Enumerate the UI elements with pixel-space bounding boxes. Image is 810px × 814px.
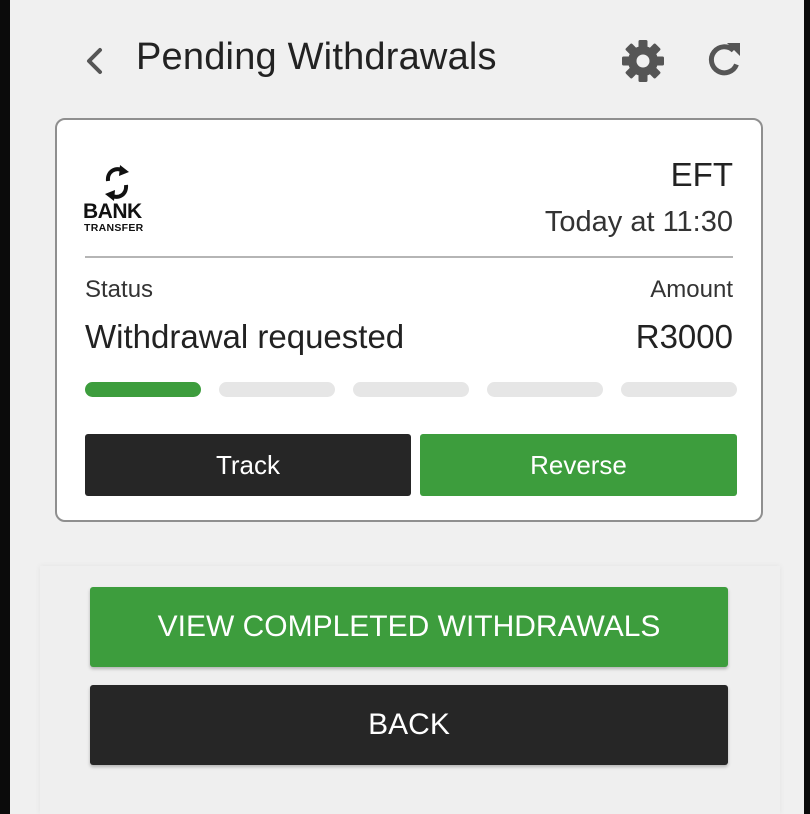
payment-method: EFT [670, 156, 733, 193]
gear-icon[interactable] [620, 38, 666, 84]
reverse-button[interactable]: Reverse [420, 434, 737, 496]
progress-segment [487, 382, 603, 397]
header: Pending Withdrawals [0, 0, 810, 120]
divider [85, 256, 733, 258]
amount-label: Amount [650, 276, 733, 303]
progress-segment [85, 382, 201, 397]
logo-text-bank: BANK [83, 200, 142, 223]
status-progress-bar [85, 382, 737, 397]
page-title: Pending Withdrawals [136, 36, 497, 78]
chevron-left-icon[interactable] [80, 42, 110, 80]
withdrawal-card: BANK TRANSFER EFT Today at 11:30 Status … [55, 118, 763, 522]
progress-segment [219, 382, 335, 397]
left-edge [0, 0, 10, 814]
view-completed-withdrawals-button[interactable]: VIEW COMPLETED WITHDRAWALS [90, 587, 728, 667]
progress-segment [621, 382, 737, 397]
status-value: Withdrawal requested [85, 318, 405, 355]
withdrawal-time: Today at 11:30 [544, 206, 733, 238]
bank-transfer-arrows-icon [105, 165, 129, 201]
right-edge [804, 0, 810, 814]
back-button[interactable]: BACK [90, 685, 728, 765]
status-label: Status [85, 276, 154, 303]
logo-text-transfer: TRANSFER [84, 222, 144, 234]
refresh-icon[interactable] [703, 38, 747, 82]
amount-value: R3000 [635, 318, 733, 355]
track-button[interactable]: Track [85, 434, 411, 496]
bank-transfer-logo: BANK TRANSFER [83, 164, 153, 236]
progress-segment [353, 382, 469, 397]
